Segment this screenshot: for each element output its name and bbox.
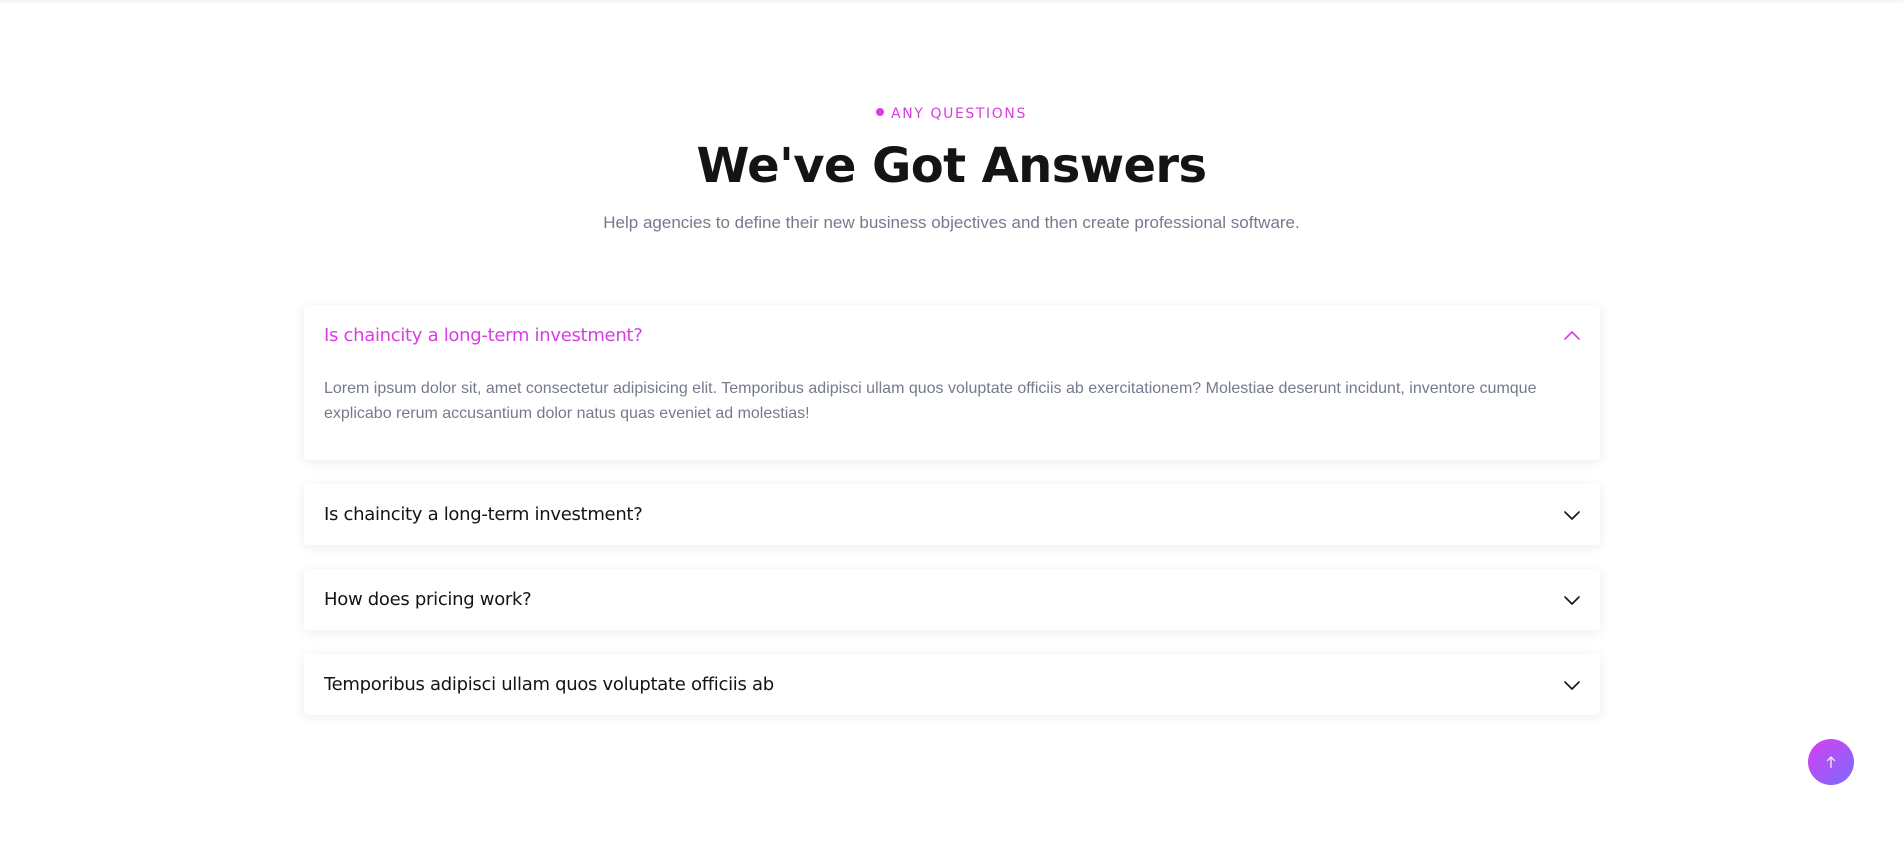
faq-question-toggle[interactable]: How does pricing work? — [304, 569, 1600, 630]
eyebrow-dot-icon — [876, 108, 885, 116]
faq-accordion: Is chaincity a long-term investment? Lor… — [304, 305, 1600, 739]
arrow-up-icon — [1826, 756, 1836, 769]
eyebrow-label: ANY QUESTIONS — [891, 106, 1027, 122]
section-title: We've Got Answers — [696, 138, 1208, 194]
faq-answer: Lorem ipsum dolor sit, amet consectetur … — [324, 380, 1537, 422]
section-eyebrow: ANY QUESTIONS — [0, 104, 1903, 124]
faq-question: Temporibus adipisci ullam quos voluptate… — [324, 674, 774, 695]
faq-item: Is chaincity a long-term investment? Lor… — [304, 305, 1600, 460]
faq-question: Is chaincity a long-term investment? — [324, 504, 643, 525]
faq-question: How does pricing work? — [324, 589, 532, 610]
faq-item: Is chaincity a long-term investment? — [304, 484, 1600, 545]
faq-question-toggle[interactable]: Temporibus adipisci ullam quos voluptate… — [304, 654, 1600, 715]
faq-item: Temporibus adipisci ullam quos voluptate… — [304, 654, 1600, 715]
faq-section: ANY QUESTIONS We've Got Answers Help age… — [0, 0, 1903, 847]
chevron-down-icon — [1562, 590, 1582, 610]
faq-question-toggle[interactable]: Is chaincity a long-term investment? — [304, 484, 1600, 545]
chevron-down-icon — [1562, 505, 1582, 525]
section-subtitle: Help agencies to define their new busine… — [603, 213, 1300, 232]
faq-question: Is chaincity a long-term investment? — [324, 325, 643, 346]
faq-question-toggle[interactable]: Is chaincity a long-term investment? — [304, 305, 1600, 366]
chevron-up-icon — [1562, 326, 1582, 346]
faq-item: How does pricing work? — [304, 569, 1600, 630]
chevron-down-icon — [1562, 675, 1582, 695]
scroll-to-top-button[interactable] — [1808, 739, 1854, 785]
